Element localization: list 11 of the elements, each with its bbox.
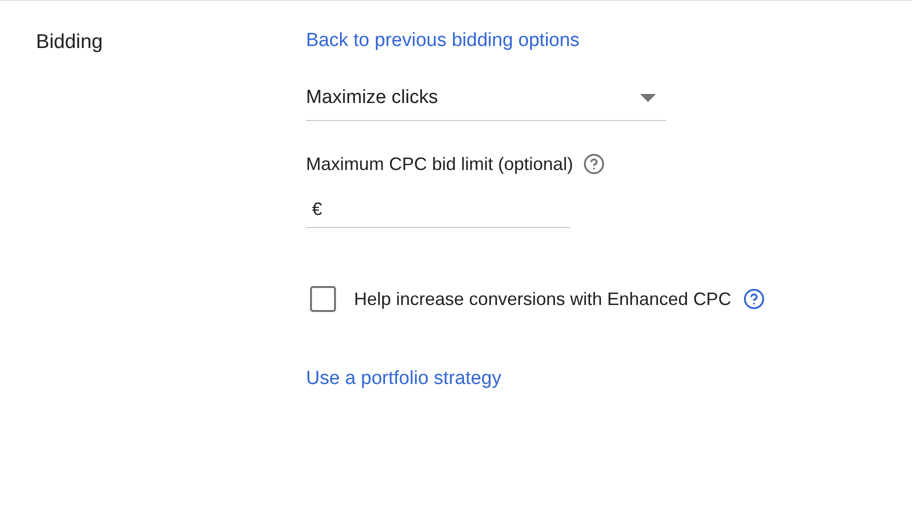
help-icon[interactable] bbox=[583, 153, 606, 175]
section-title: Bidding bbox=[36, 31, 103, 53]
field-label: Maximum CPC bid limit (optional) bbox=[306, 152, 574, 176]
caret-icon bbox=[640, 94, 656, 102]
help-icon[interactable] bbox=[743, 288, 766, 310]
portfolio-link[interactable]: Use a portfolio strategy bbox=[306, 364, 502, 393]
strategy-dropdown[interactable]: Maximize clicks bbox=[306, 80, 666, 120]
checkbox[interactable] bbox=[310, 286, 336, 312]
checkbox-label: Help increase conversions with Enhanced CPC bbox=[354, 288, 732, 311]
back-link[interactable]: Back to previous bidding options bbox=[306, 27, 580, 56]
input-field[interactable]: € bbox=[306, 192, 570, 228]
